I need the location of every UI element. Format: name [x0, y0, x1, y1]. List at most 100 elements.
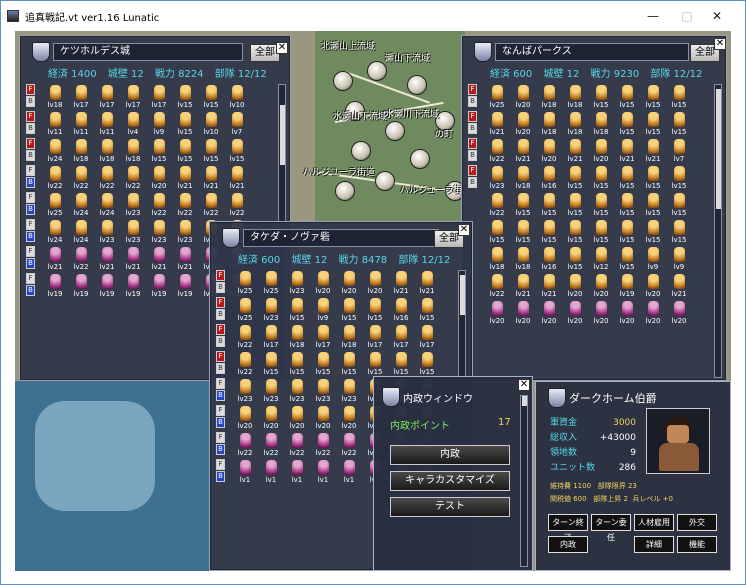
formation-toggle[interactable]: FB [26, 273, 35, 297]
unit-sprite[interactable]: lv25 [486, 84, 508, 111]
unit-sprite[interactable]: lv17 [70, 84, 92, 111]
unit-sprite[interactable]: lv20 [312, 270, 334, 297]
unit-sprite[interactable]: lv15 [616, 219, 638, 246]
unit-sprite[interactable]: lv7 [668, 138, 690, 165]
unit-sprite[interactable]: lv24 [44, 219, 66, 246]
unit-sprite[interactable]: lv15 [564, 192, 586, 219]
unit-sprite[interactable]: lv22 [338, 432, 360, 459]
hire-button[interactable]: 人材雇用 [634, 514, 674, 531]
unit-sprite[interactable]: lv22 [174, 192, 196, 219]
unit-sprite[interactable]: lv11 [70, 111, 92, 138]
domestic-affairs-button[interactable]: 内政 [548, 536, 588, 553]
formation-toggle[interactable]: FB [26, 192, 35, 216]
formation-toggle[interactable]: FB [26, 138, 35, 162]
formation-toggle[interactable]: FB [26, 219, 35, 243]
maximize-button[interactable]: □ [677, 9, 697, 23]
unit-sprite[interactable]: lv15 [260, 351, 282, 378]
unit-sprite[interactable]: lv20 [538, 138, 560, 165]
unit-sprite[interactable]: lv15 [286, 297, 308, 324]
unit-sprite[interactable]: lv15 [668, 165, 690, 192]
unit-sprite[interactable]: lv18 [512, 165, 534, 192]
unit-sprite[interactable]: lv22 [226, 192, 248, 219]
unit-sprite[interactable]: lv18 [564, 111, 586, 138]
unit-sprite[interactable]: lv1 [312, 459, 334, 486]
unit-sprite[interactable]: lv23 [122, 219, 144, 246]
unit-sprite[interactable]: lv21 [642, 138, 664, 165]
unit-sprite[interactable]: lv22 [234, 351, 256, 378]
unit-sprite[interactable]: lv9 [668, 246, 690, 273]
formation-toggle[interactable]: FB [216, 378, 225, 402]
unit-sprite[interactable]: lv18 [486, 246, 508, 273]
unit-sprite[interactable]: lv24 [70, 192, 92, 219]
unit-sprite[interactable]: lv11 [44, 111, 66, 138]
unit-sprite[interactable]: lv15 [642, 165, 664, 192]
unit-sprite[interactable]: lv15 [616, 165, 638, 192]
unit-sprite[interactable]: lv22 [200, 192, 222, 219]
unit-sprite[interactable]: lv18 [96, 138, 118, 165]
unit-sprite[interactable]: lv19 [96, 273, 118, 300]
unit-sprite[interactable]: lv22 [486, 138, 508, 165]
unit-sprite[interactable]: lv15 [312, 351, 334, 378]
unit-sprite[interactable]: lv20 [642, 273, 664, 300]
formation-toggle[interactable]: FB [468, 111, 477, 135]
formation-toggle[interactable]: FB [26, 84, 35, 108]
formation-toggle[interactable]: FB [216, 405, 225, 429]
unit-sprite[interactable]: lv16 [538, 165, 560, 192]
unit-sprite[interactable]: lv18 [538, 111, 560, 138]
unit-sprite[interactable]: lv15 [538, 192, 560, 219]
unit-sprite[interactable]: lv20 [234, 405, 256, 432]
unit-sprite[interactable]: lv15 [416, 297, 438, 324]
unit-sprite[interactable]: lv15 [564, 165, 586, 192]
unit-sprite[interactable]: lv18 [286, 324, 308, 351]
formation-toggle[interactable]: FB [26, 165, 35, 189]
unit-sprite[interactable]: lv25 [234, 297, 256, 324]
unit-sprite[interactable]: lv20 [616, 300, 638, 327]
formation-toggle[interactable]: FB [216, 459, 225, 483]
unit-sprite[interactable]: lv15 [390, 351, 412, 378]
unit-sprite[interactable]: lv17 [390, 324, 412, 351]
minimize-button[interactable]: — [643, 9, 663, 23]
unit-sprite[interactable]: lv22 [286, 432, 308, 459]
unit-sprite[interactable]: lv15 [616, 246, 638, 273]
unit-sprite[interactable]: lv18 [338, 324, 360, 351]
unit-sprite[interactable]: lv15 [642, 84, 664, 111]
unit-sprite[interactable]: lv20 [338, 270, 360, 297]
unit-sprite[interactable]: lv15 [174, 111, 196, 138]
delegate-turn-button[interactable]: ターン委任 [591, 514, 631, 542]
unit-sprite[interactable]: lv21 [486, 111, 508, 138]
unit-sprite[interactable]: lv20 [512, 111, 534, 138]
diplomacy-button[interactable]: 外交 [677, 514, 717, 531]
unit-sprite[interactable]: lv15 [616, 192, 638, 219]
functions-button[interactable]: 機能 [677, 536, 717, 553]
unit-sprite[interactable]: lv23 [122, 192, 144, 219]
unit-sprite[interactable]: lv19 [44, 273, 66, 300]
unit-sprite[interactable]: lv20 [590, 273, 612, 300]
unit-sprite[interactable]: lv20 [564, 273, 586, 300]
unit-sprite[interactable]: lv23 [338, 378, 360, 405]
unit-sprite[interactable]: lv19 [174, 273, 196, 300]
unit-sprite[interactable]: lv15 [338, 351, 360, 378]
unit-sprite[interactable]: lv22 [122, 165, 144, 192]
unit-sprite[interactable]: lv21 [616, 138, 638, 165]
formation-toggle[interactable]: FB [216, 324, 225, 348]
unit-sprite[interactable]: lv20 [642, 300, 664, 327]
unit-sprite[interactable]: lv21 [564, 138, 586, 165]
unit-sprite[interactable]: lv15 [174, 138, 196, 165]
unit-sprite[interactable]: lv15 [148, 138, 170, 165]
unit-sprite[interactable]: lv4 [122, 111, 144, 138]
unit-sprite[interactable]: lv22 [148, 192, 170, 219]
customize-button[interactable]: キャラカスタマイズ [390, 471, 510, 491]
unit-sprite[interactable]: lv15 [642, 192, 664, 219]
unit-sprite[interactable]: lv17 [96, 84, 118, 111]
scrollbar[interactable] [714, 84, 722, 378]
unit-sprite[interactable]: lv18 [70, 138, 92, 165]
unit-sprite[interactable]: lv15 [668, 84, 690, 111]
unit-sprite[interactable]: lv15 [512, 219, 534, 246]
unit-sprite[interactable]: lv22 [260, 432, 282, 459]
unit-sprite[interactable]: lv18 [590, 111, 612, 138]
unit-sprite[interactable]: lv18 [44, 84, 66, 111]
unit-sprite[interactable]: lv20 [312, 405, 334, 432]
unit-sprite[interactable]: lv15 [416, 351, 438, 378]
unit-sprite[interactable]: lv21 [96, 246, 118, 273]
unit-sprite[interactable]: lv22 [234, 324, 256, 351]
